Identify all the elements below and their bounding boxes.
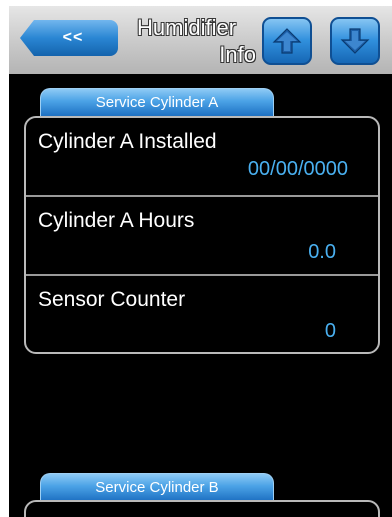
- back-button[interactable]: <<: [20, 20, 118, 56]
- row-value: 0.0: [308, 241, 336, 263]
- back-icon: <<: [62, 29, 84, 46]
- tab-label: Service Cylinder B: [95, 479, 219, 496]
- arrow-up-icon: [272, 28, 302, 54]
- tab-service-cylinder-a[interactable]: Service Cylinder A: [40, 88, 274, 116]
- row-value: 0: [324, 320, 336, 342]
- tab-label: Service Cylinder A: [95, 94, 219, 111]
- header-bar: << Humidifier Info: [9, 6, 392, 74]
- page-title-line2: Info: [219, 42, 256, 67]
- scroll-up-button[interactable]: [262, 17, 312, 65]
- page-title-line1: Humidifier: [137, 15, 237, 40]
- row-label: Cylinder A Installed: [38, 130, 217, 153]
- cylinder-b-panel: [24, 500, 380, 517]
- row-value: 00/00/0000: [247, 158, 348, 180]
- list-item-cylinder-a-installed[interactable]: Cylinder A Installed 00/00/0000: [26, 118, 378, 196]
- page-title: Humidifier Info: [123, 14, 256, 68]
- cylinder-a-panel: Cylinder A Installed 00/00/0000 Cylinder…: [24, 116, 380, 354]
- list-item-sensor-counter[interactable]: Sensor Counter 0: [26, 274, 378, 352]
- scroll-down-button[interactable]: [330, 17, 380, 65]
- row-label: Sensor Counter: [38, 288, 186, 311]
- tab-service-cylinder-b[interactable]: Service Cylinder B: [40, 473, 274, 501]
- device-screen: << Humidifier Info Service Cylinder A Cy…: [9, 6, 392, 517]
- row-label: Cylinder A Hours: [38, 209, 195, 232]
- arrow-down-icon: [340, 28, 370, 54]
- list-item-cylinder-a-hours[interactable]: Cylinder A Hours 0.0: [26, 195, 378, 273]
